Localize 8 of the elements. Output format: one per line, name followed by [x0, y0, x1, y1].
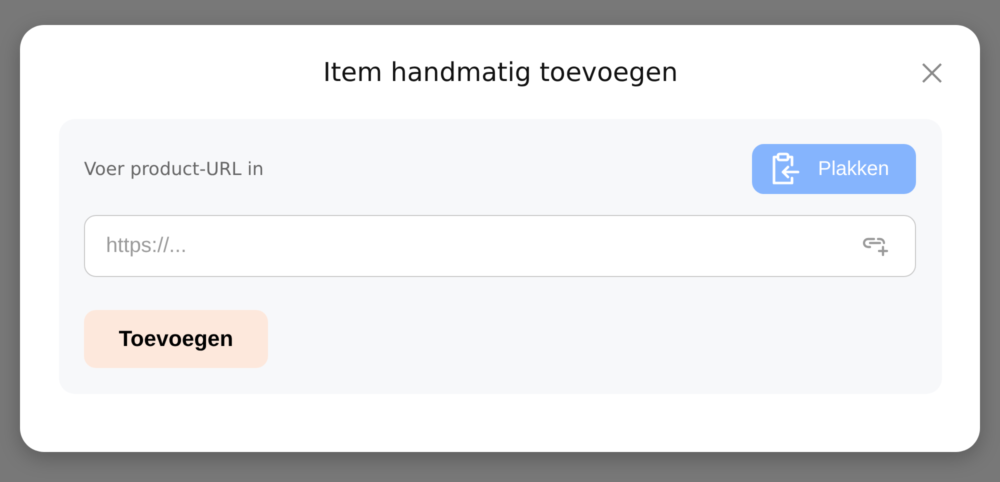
close-button[interactable] — [920, 61, 944, 85]
link-plus-icon — [862, 236, 890, 256]
url-field[interactable]: https://... — [84, 215, 916, 277]
close-icon — [920, 61, 944, 85]
url-label: Voer product-URL in — [84, 158, 264, 180]
add-button[interactable]: Toevoegen — [84, 310, 268, 368]
dialog-title: Item handmatig toevoegen — [323, 57, 678, 90]
clipboard-arrow-icon — [770, 152, 800, 186]
